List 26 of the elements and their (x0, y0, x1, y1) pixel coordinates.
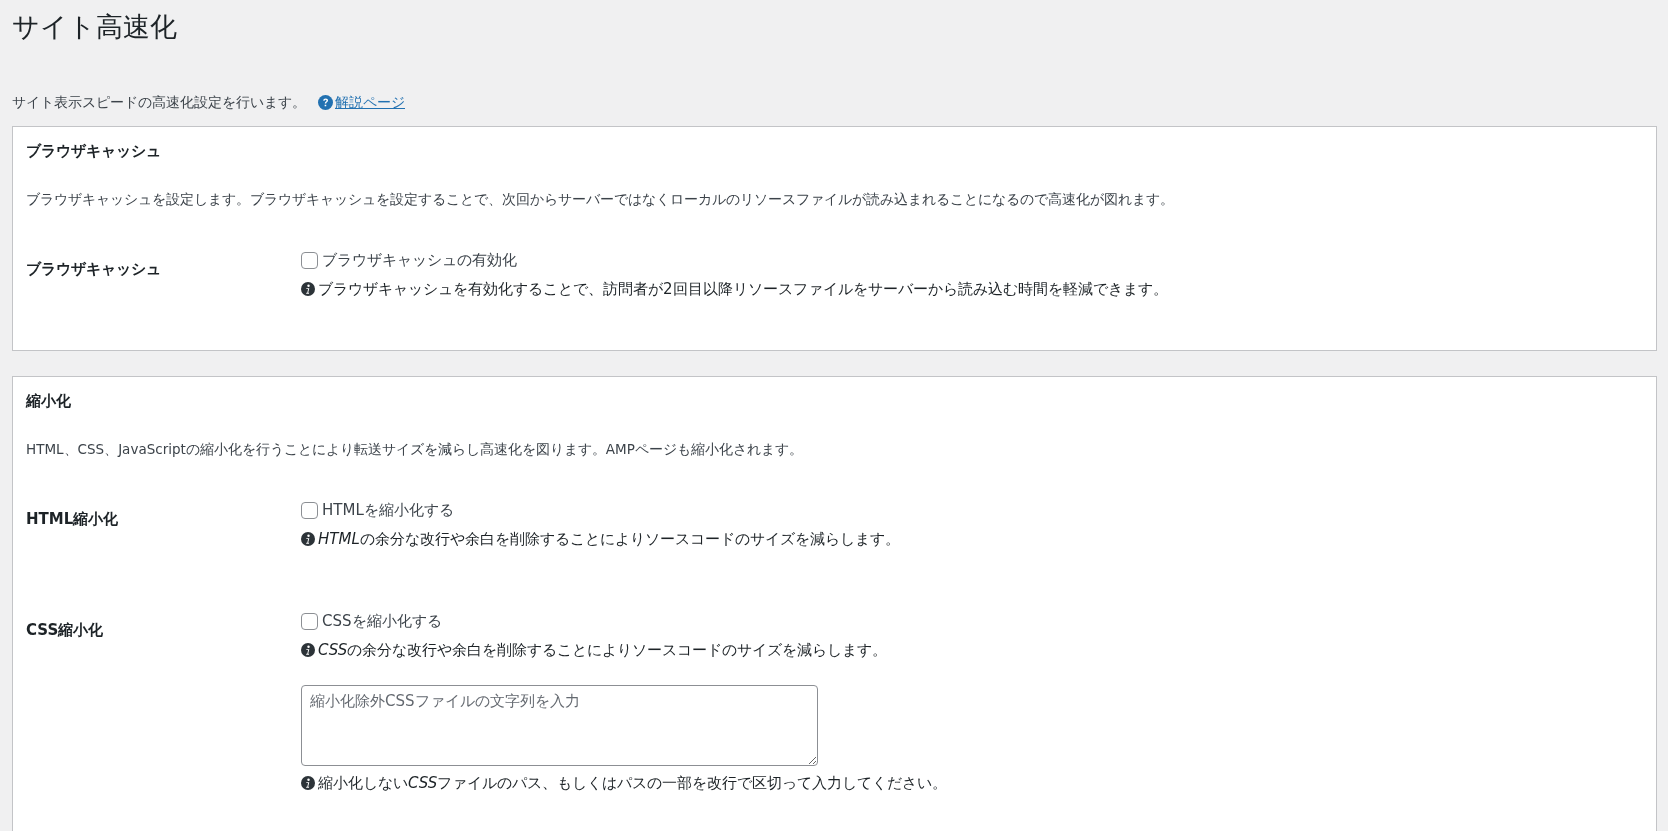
setting-label: HTML縮小化 (26, 510, 119, 528)
exclude-css-field[interactable]: 縮小化除外CSSファイルの文字列を入力 (301, 685, 818, 766)
section-title: ブラウザキャッシュ (26, 141, 162, 162)
info-icon (301, 281, 315, 296)
help-note: 縮小化しないCSSファイルのパス、もしくはパスの一部を改行で区切って入力してください。 (318, 773, 948, 794)
checkbox-label: CSSを縮小化する (322, 611, 442, 632)
info-icon (301, 776, 315, 791)
info-icon (301, 642, 315, 657)
help-note: CSSの余分な改行や余白を削除することによりソースコードのサイズを減らします。 (318, 639, 888, 661)
checkbox[interactable] (301, 501, 318, 519)
info-icon (301, 531, 315, 546)
checkbox[interactable] (301, 251, 318, 269)
checkbox-label: HTMLを縮小化する (322, 500, 454, 521)
intro-text: サイト表示スピードの高速化設定を行います。 (12, 92, 306, 112)
help-note: HTMLの余分な改行や余白を削除することによりソースコードのサイズを減らします。 (318, 528, 900, 550)
help-icon (318, 94, 333, 110)
checkbox[interactable] (301, 612, 318, 630)
section-description: ブラウザキャッシュを設定します。ブラウザキャッシュを設定することで、次回からサーバーではなくローカルのリソースファイルが読み込まれることになるので高速化が図れます。 (26, 190, 1175, 209)
section-description: HTML、CSS、JavaScriptの縮小化を行うことにより転送サイズを減らし高速化を図ります。AMPページも縮小化されます。 (26, 440, 804, 459)
setting-label: CSS縮小化 (26, 621, 104, 639)
page-title: サイト高速化 (12, 10, 178, 44)
setting-label: ブラウザキャッシュ (26, 260, 161, 278)
section-title: 縮小化 (26, 391, 72, 412)
help-link[interactable]: 解説ページ (318, 91, 405, 113)
checkbox-label: ブラウザキャッシュの有効化 (322, 250, 517, 271)
help-note: ブラウザキャッシュを有効化することで、訪問者が2回目以降リソースファイルをサーバーから読み込む時間を軽減できます。 (318, 278, 1168, 300)
